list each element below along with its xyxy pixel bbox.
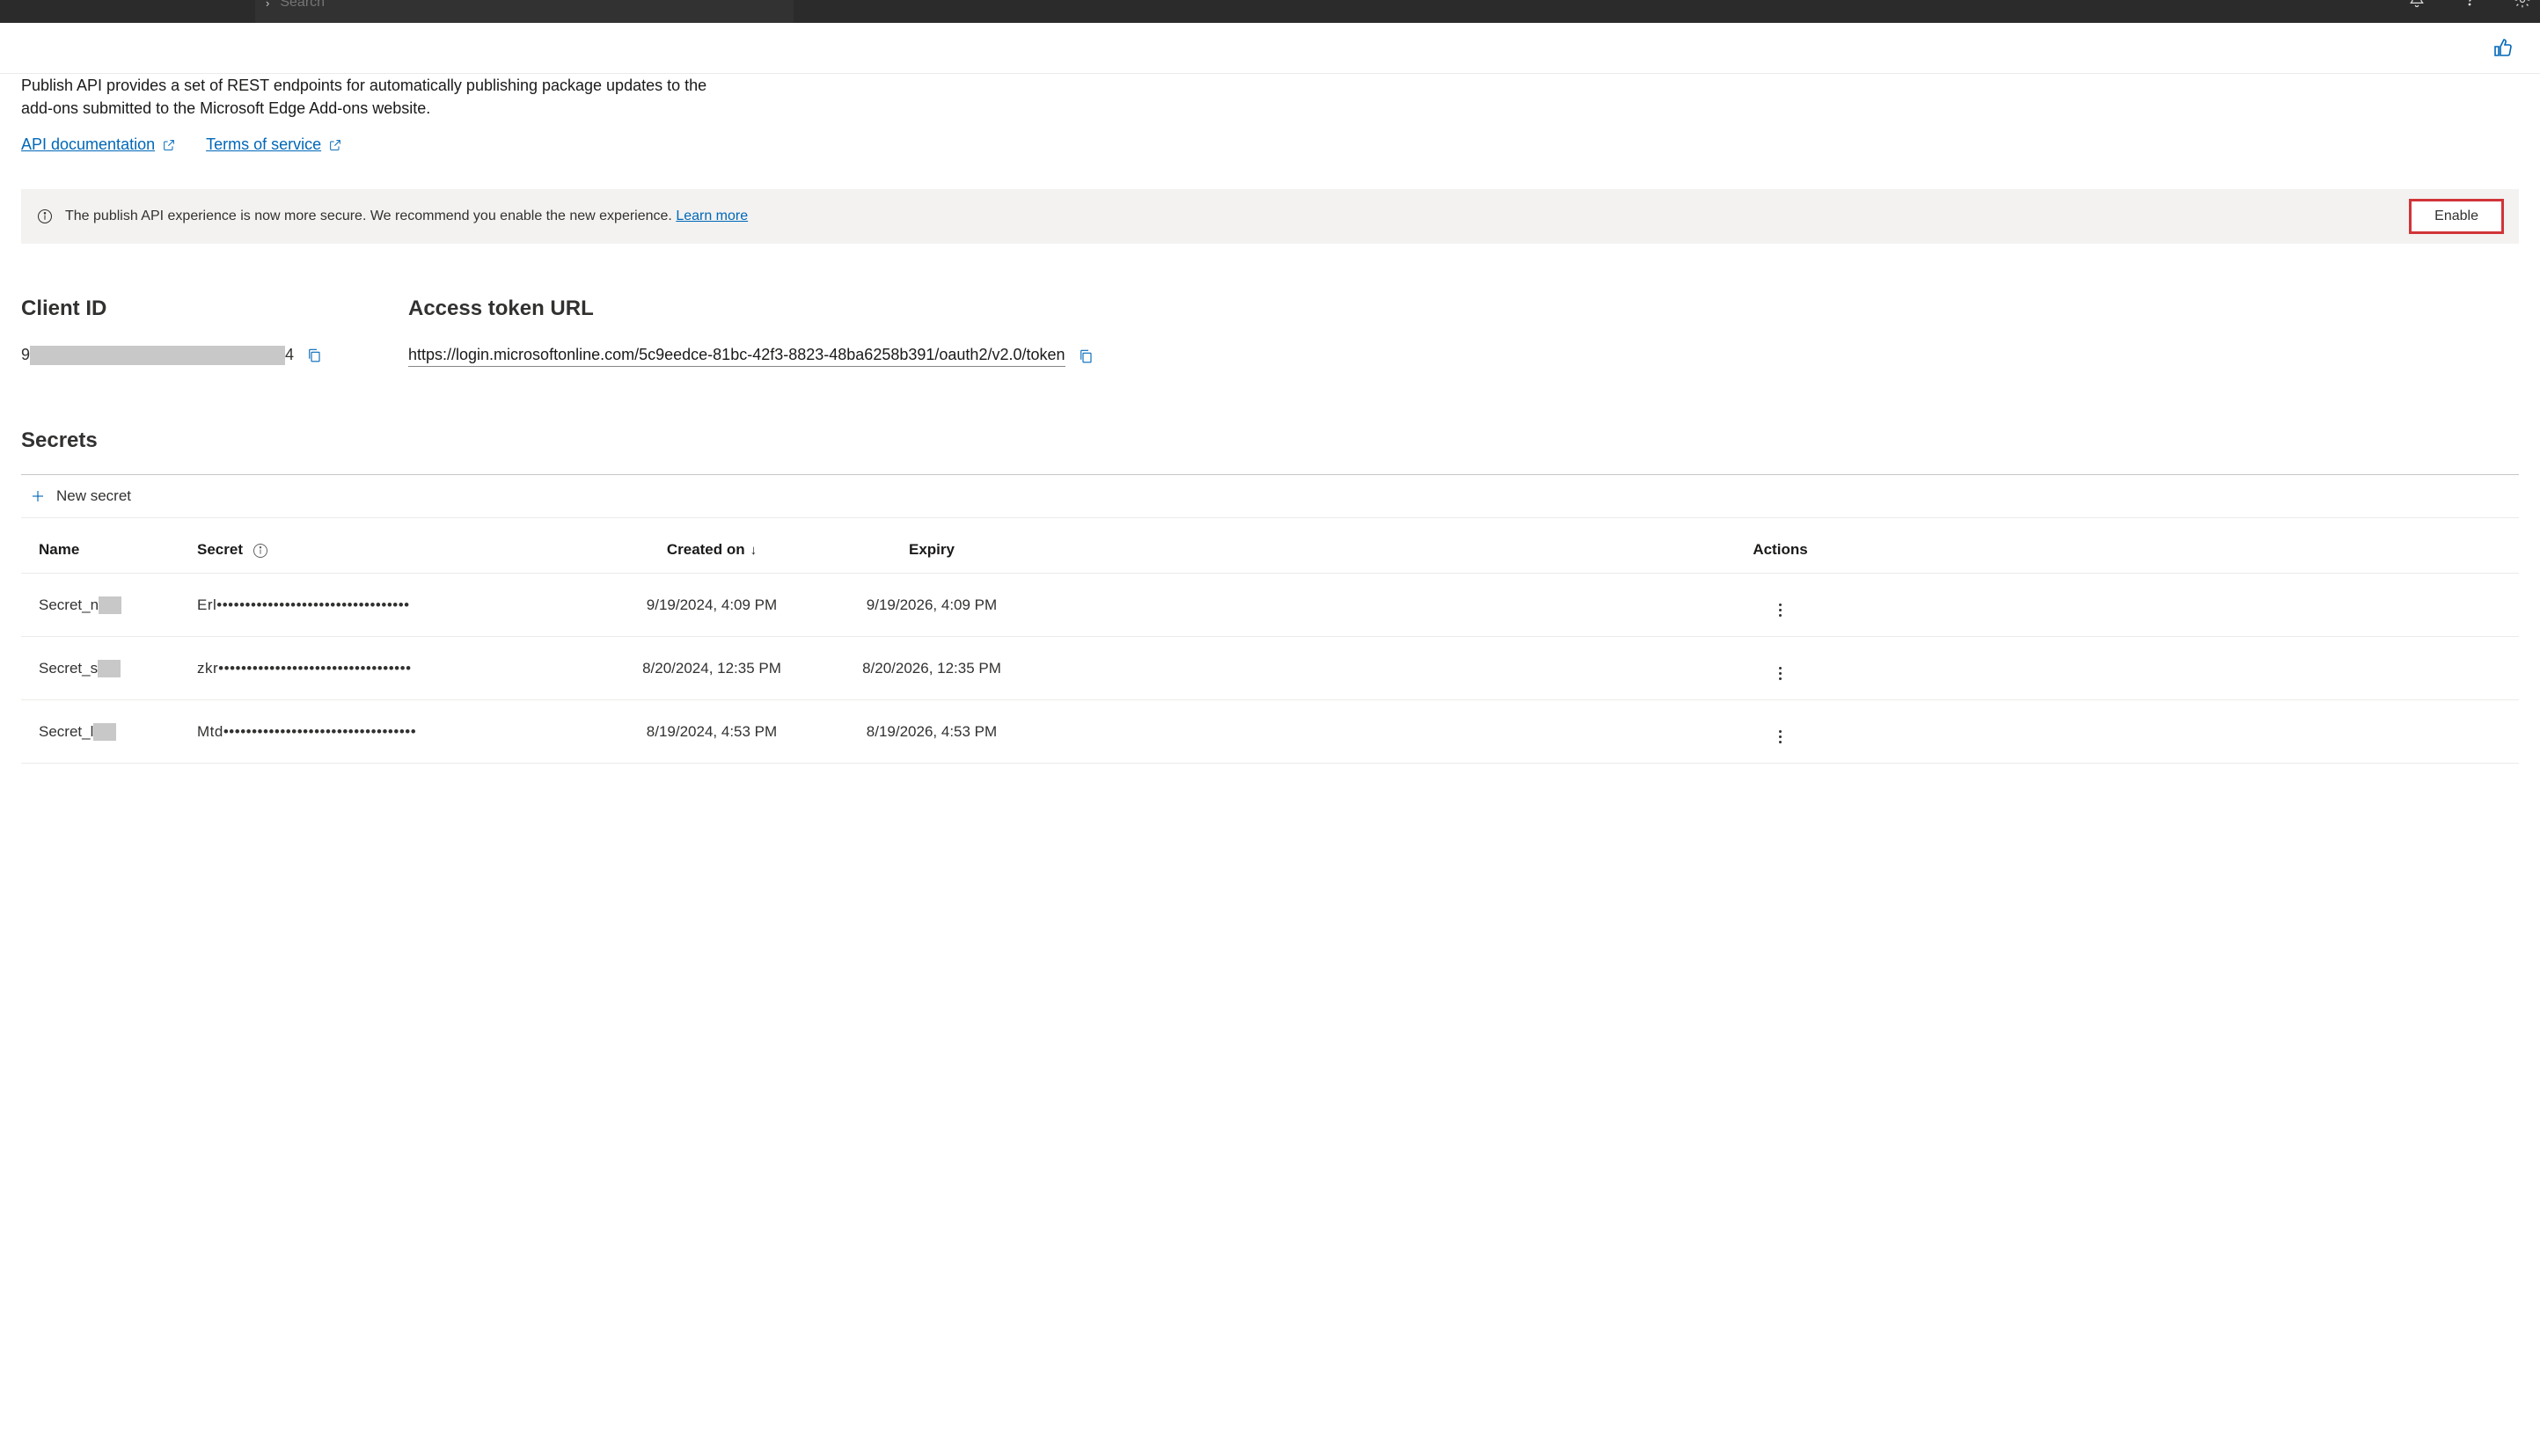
secret-value: Erl•••••••••••••••••••••••••••••••••• (197, 596, 410, 613)
info-banner: The publish API experience is now more s… (21, 189, 2519, 244)
help-icon[interactable] (2461, 0, 2478, 9)
secrets-table: Name Secret Created on↓ Expiry Actions S… (21, 527, 2519, 764)
secret-value: zkr•••••••••••••••••••••••••••••••••• (197, 660, 412, 677)
table-row: Secret_n Erl•••••••••••••••••••••••••••••… (21, 574, 2519, 637)
table-row: Secret_s zkr•••••••••••••••••••••••••••••… (21, 637, 2519, 700)
chevron-right-icon: › (266, 0, 269, 10)
terms-of-service-link[interactable]: Terms of service (206, 135, 342, 154)
client-id-value: 94 (21, 346, 294, 365)
copy-icon[interactable] (306, 348, 322, 363)
new-secret-button[interactable]: New secret (21, 475, 2519, 518)
external-link-icon (328, 138, 342, 152)
copy-icon[interactable] (1078, 348, 1094, 364)
secrets-heading: Secrets (21, 428, 2519, 453)
access-token-url-value: https://login.microsoftonline.com/5c9eed… (408, 346, 1065, 367)
gear-icon[interactable] (2514, 0, 2531, 9)
sort-down-icon: ↓ (750, 543, 758, 558)
learn-more-link[interactable]: Learn more (676, 209, 748, 223)
col-expiry[interactable]: Expiry (822, 527, 1042, 574)
secret-name: Secret_s (39, 660, 162, 677)
search-box[interactable]: › (255, 0, 794, 23)
secret-expiry: 9/19/2026, 4:09 PM (822, 574, 1042, 637)
feedback-strip (0, 23, 2540, 74)
more-actions-button[interactable] (1779, 604, 1782, 617)
enable-button[interactable]: Enable (2410, 200, 2503, 233)
info-icon (253, 543, 268, 559)
access-token-url-label: Access token URL (408, 296, 1094, 321)
topbar: › (0, 0, 2540, 23)
secret-created: 9/19/2024, 4:09 PM (602, 574, 822, 637)
col-created[interactable]: Created on↓ (602, 527, 822, 574)
top-icons (2408, 0, 2531, 9)
col-actions: Actions (1042, 527, 2519, 574)
secret-created: 8/19/2024, 4:53 PM (602, 700, 822, 764)
search-input[interactable] (280, 0, 783, 11)
info-icon (37, 209, 53, 224)
plus-icon (30, 488, 46, 504)
col-name[interactable]: Name (21, 527, 179, 574)
secret-value: Mtd•••••••••••••••••••••••••••••••••• (197, 723, 416, 740)
more-actions-button[interactable] (1779, 667, 1782, 680)
secret-expiry: 8/19/2026, 4:53 PM (822, 700, 1042, 764)
col-secret[interactable]: Secret (179, 527, 602, 574)
more-actions-button[interactable] (1779, 730, 1782, 743)
secret-created: 8/20/2024, 12:35 PM (602, 637, 822, 700)
external-link-icon (162, 138, 176, 152)
page-description: Publish API provides a set of REST endpo… (21, 74, 743, 120)
secret-expiry: 8/20/2026, 12:35 PM (822, 637, 1042, 700)
secret-name: Secret_l (39, 723, 162, 741)
thumbs-up-icon[interactable] (2492, 38, 2514, 59)
api-documentation-link[interactable]: API documentation (21, 135, 176, 154)
bell-icon[interactable] (2408, 0, 2426, 9)
client-id-label: Client ID (21, 296, 373, 321)
secret-name: Secret_n (39, 596, 162, 614)
banner-text: The publish API experience is now more s… (65, 209, 748, 224)
table-row: Secret_l Mtd•••••••••••••••••••••••••••••… (21, 700, 2519, 764)
